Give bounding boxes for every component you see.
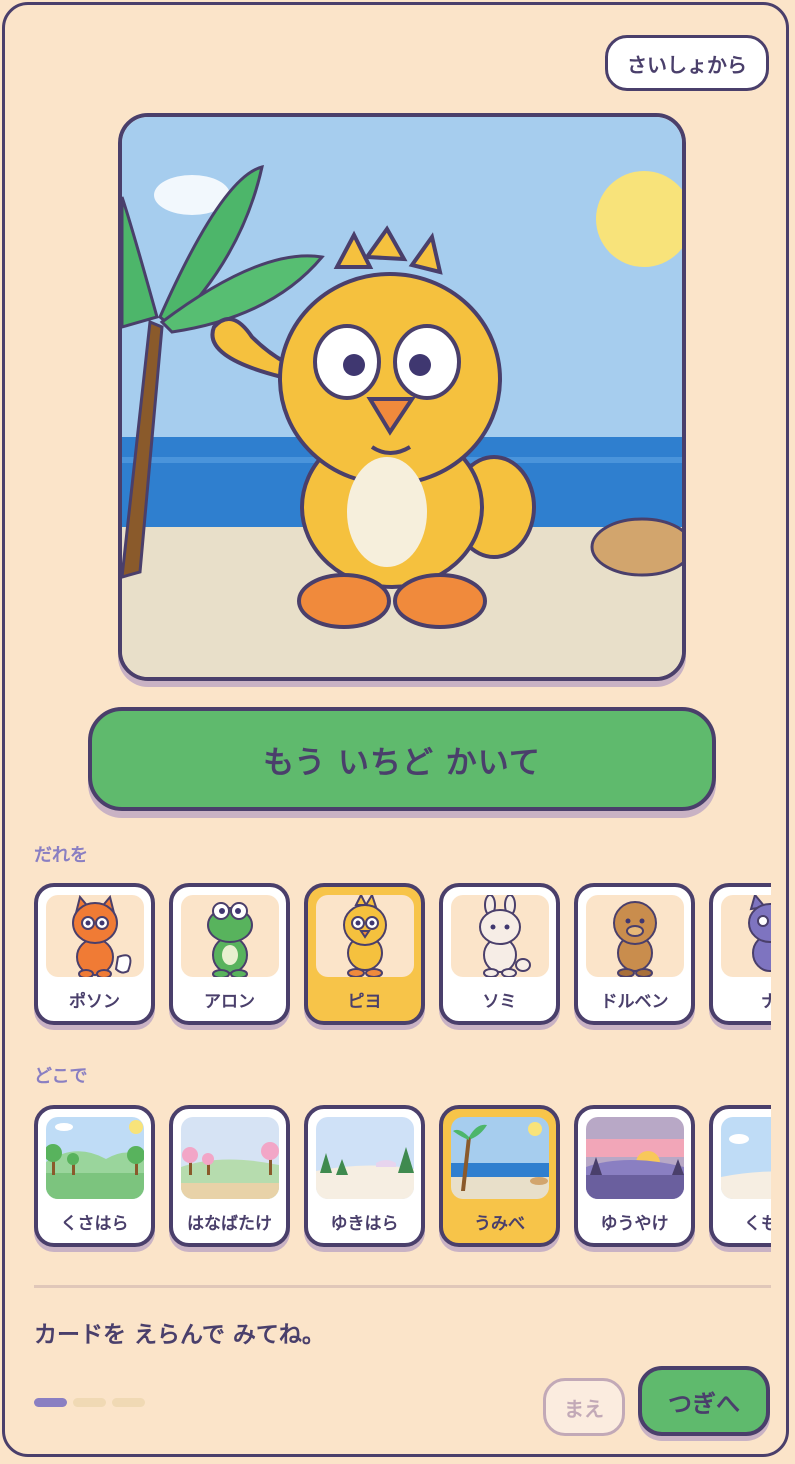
character-name: ポソン xyxy=(69,992,120,1012)
frog-icon xyxy=(181,895,279,977)
place-name: はなばたけ xyxy=(187,1214,272,1234)
app-frame: さいしょから もう いちど かいて だれを ポソン アロン ピヨ ソミ ドルベン… xyxy=(2,2,789,1457)
scene-preview xyxy=(118,113,686,681)
character-card-somi[interactable]: ソミ xyxy=(439,883,560,1025)
bunny-icon xyxy=(451,895,549,977)
character-name: ナ xyxy=(713,987,771,1012)
place-name: くさはら xyxy=(60,1214,129,1234)
place-name: ゆうやけ xyxy=(600,1214,669,1234)
who-section-label: だれを xyxy=(34,845,88,866)
step-dot xyxy=(34,1398,67,1407)
next-button[interactable]: つぎへ xyxy=(638,1366,770,1436)
place-card-yukihara[interactable]: ゆきはら xyxy=(304,1105,425,1247)
where-section-label: どこで xyxy=(34,1066,88,1087)
prev-button[interactable]: まえ xyxy=(543,1378,625,1436)
sunset-icon xyxy=(586,1117,684,1199)
snowfield-icon xyxy=(316,1117,414,1199)
character-card-strip[interactable]: ポソン アロン ピヨ ソミ ドルベン xyxy=(34,883,771,1033)
place-name: ゆきはら xyxy=(330,1214,399,1234)
character-card-na[interactable]: ナ xyxy=(709,883,771,1025)
place-name: くもの xyxy=(744,1214,771,1234)
restart-button[interactable]: さいしょから xyxy=(605,35,769,91)
hint-text: カードを えらんで みてね。 xyxy=(34,1322,325,1348)
character-name: ピヨ xyxy=(347,992,382,1012)
meadow-icon xyxy=(46,1117,144,1199)
step-dot xyxy=(112,1398,145,1407)
place-card-kusahara[interactable]: くさはら xyxy=(34,1105,155,1247)
divider xyxy=(34,1285,771,1288)
fox-icon xyxy=(46,895,144,977)
step-dot xyxy=(73,1398,106,1407)
place-card-umibe[interactable]: うみべ xyxy=(439,1105,560,1247)
place-name: うみべ xyxy=(474,1214,525,1234)
place-card-hanabatake[interactable]: はなばたけ xyxy=(169,1105,290,1247)
character-card-piyo[interactable]: ピヨ xyxy=(304,883,425,1025)
character-card-poson[interactable]: ポソン xyxy=(34,883,155,1025)
place-card-strip[interactable]: くさはら はなばたけ ゆきはら うみべ ゆうやけ く xyxy=(34,1105,771,1255)
character-card-dorben[interactable]: ドルベン xyxy=(574,883,695,1025)
character-name: アロン xyxy=(204,992,255,1012)
step-indicator xyxy=(34,1398,145,1407)
draw-again-button[interactable]: もう いちど かいて xyxy=(88,707,716,811)
chick-icon xyxy=(316,895,414,977)
character-name: ソミ xyxy=(482,992,517,1012)
character-name: ドルベン xyxy=(600,992,669,1012)
place-card-kumono[interactable]: くもの xyxy=(709,1105,771,1247)
place-card-yuuyake[interactable]: ゆうやけ xyxy=(574,1105,695,1247)
scene-illustration xyxy=(122,117,682,677)
beach-icon xyxy=(451,1117,549,1199)
clouds-icon xyxy=(721,1117,771,1199)
flower-field-icon xyxy=(181,1117,279,1199)
bear-icon xyxy=(586,895,684,977)
character-card-aron[interactable]: アロン xyxy=(169,883,290,1025)
cat-icon xyxy=(721,895,771,977)
